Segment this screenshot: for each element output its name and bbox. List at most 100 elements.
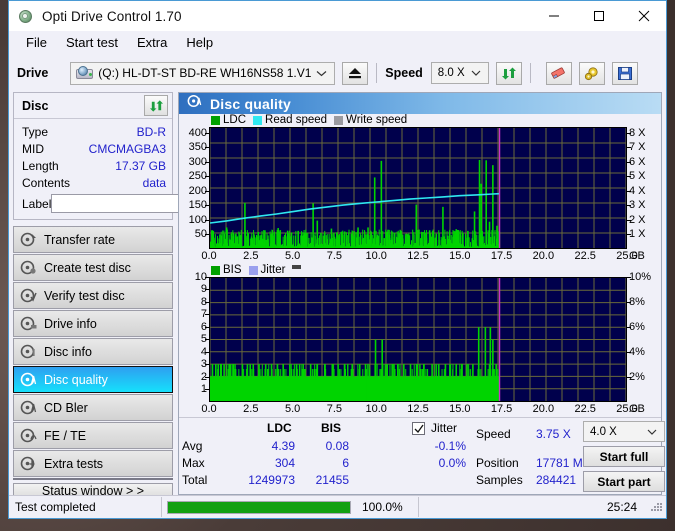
sidebar-item-cd-bler[interactable]: CD Bler [13,394,173,421]
chevron-down-icon [316,64,327,82]
chart1-plot[interactable] [209,126,627,250]
test-speed-select[interactable]: 4.0 X [583,421,665,442]
speed-stat-value: 3.75 X [536,427,571,441]
save-button[interactable] [611,61,638,85]
main-area: Disc Type BD-R MID CMCMAGBA3 Length 17.3… [9,92,666,499]
content-header: Disc quality [179,93,661,114]
chart2-y2-axis: 2% 4% 6% 8% 10% [627,270,652,383]
disc-speed-icon [20,232,37,247]
sidebar-item-drive-info[interactable]: Drive info [13,310,173,337]
status-message-cell: Test completed [9,497,162,517]
legend-write-speed: Write speed [334,114,407,126]
drive-select[interactable]: (Q:) HL-DT-ST BD-RE WH16NS58 1.V1 [70,61,336,85]
content-panel: Disc quality LDC Read speed Write speed … [178,92,665,495]
sidebar-item-disc-info[interactable]: Disc info [13,338,173,365]
sidebar-item-label: Disc info [44,344,92,359]
save-icon [617,66,632,80]
sidebar-item-label: FE / TE [44,428,87,443]
refresh-button[interactable] [495,61,522,85]
chart2-y-axis: 1 2 3 4 5 6 7 8 9 10 [194,270,209,396]
refresh-icon [149,99,163,112]
chart2-x-axis: 0.0 2.5 5.0 7.5 10.0 12.5 15.0 17.5 20.0 22.5 25.0… [201,403,645,416]
jitter-checkbox[interactable] [412,422,425,435]
disc-row-key: MID [22,141,44,156]
sidebar-item-transfer-rate[interactable]: Transfer rate [13,226,173,253]
disc-write-icon [20,260,37,275]
elapsed-cell: 25:24 [419,497,645,517]
disc-row-value: CMCMAGBA3 [88,141,166,156]
window-title: Opti Drive Control 1.70 [42,8,182,24]
progress-fill [168,501,350,513]
stats-total-ldc: 1249973 [248,473,295,487]
stats-max-ldc: 304 [274,456,295,470]
chart1-y-axis: 50 100 150 200 250 300 350 400 [188,126,209,241]
disc-panel-title: Disc [22,98,49,113]
drive-label: Drive [17,66,49,80]
close-icon[interactable] [621,1,666,31]
refresh-icon [501,67,516,79]
resize-grip-icon[interactable] [649,500,663,514]
sidebar-item-create-test-disc[interactable]: Create test disc [13,254,173,281]
chart2-plot-row: 1 2 3 4 5 6 7 8 9 10 2% 4% 6% 8% 10% [179,270,661,403]
legend-bis: BIS [211,264,242,276]
start-part-button[interactable]: Start part [583,471,665,492]
disc-row-value: 17.37 GB [115,158,166,173]
status-message: Test completed [15,500,96,514]
menu-help[interactable]: Help [177,33,222,52]
stats-row-avg: Avg [182,439,203,453]
disc-row-type: Type BD-R [22,123,166,140]
samples-value: 284421 [536,473,577,487]
disc-icon [18,8,35,25]
disc-panel-header: Disc [14,93,172,119]
sidebar-item-fe-te[interactable]: FE / TE [13,422,173,449]
eject-button[interactable] [342,61,369,85]
progress-text: 100.0% [361,500,403,514]
disc-panel: Disc Type BD-R MID CMCMAGBA3 Length 17.3… [13,92,256,220]
progress-bar [167,500,351,514]
menu-start-test[interactable]: Start test [57,33,127,52]
menu-file[interactable]: File [17,33,56,52]
eraser-button[interactable] [545,61,572,85]
settings-button[interactable] [578,61,605,85]
speed-select[interactable]: 8.0 X [430,62,489,84]
drive-info-icon [20,316,37,331]
legend-ldc: LDC [211,114,246,126]
disc-row-key: Type [22,124,49,139]
stats-total-bis: 21455 [315,473,349,487]
disc-row-key: Contents [22,175,71,190]
status-bar: Test completed 100.0% 25:24 [9,495,666,518]
disc-row-length: Length 17.37 GB [22,157,166,174]
disc-label-row: Label [22,193,256,214]
speed-label: Speed [385,66,423,80]
sidebar-item-label: Verify test disc [44,288,125,303]
disc-quality-icon [187,94,202,113]
chart2-plot[interactable] [209,276,627,403]
menu-extra[interactable]: Extra [128,33,176,52]
chevron-down-icon [471,67,481,79]
minimize-icon[interactable] [531,1,576,31]
disc-row-key: Length [22,158,59,173]
stats-row-max: Max [182,456,205,470]
chart1-legend: LDC Read speed Write speed [179,114,661,127]
disc-row-value: BD-R [136,124,166,139]
app-window: Opti Drive Control 1.70 File Start test … [8,0,667,519]
drive-toolbar: Drive (Q:) HL-DT-ST BD-RE WH16NS58 1.V1 … [9,54,666,92]
disc-row-value: data [142,175,166,190]
stats-avg-ldc: 4.39 [271,439,295,453]
progress-text-cell: 100.0% [356,497,419,517]
chart1-x-axis: 0.0 2.5 5.0 7.5 10.0 12.5 15.0 17.5 20.0 22.5 25.0… [201,250,645,263]
sidebar-item-verify-test-disc[interactable]: Verify test disc [13,282,173,309]
maximize-icon[interactable] [576,1,621,31]
speed-stat-label: Speed [476,427,511,441]
disc-refresh-button[interactable] [144,95,168,116]
sidebar-item-disc-quality[interactable]: Disc quality [13,366,173,393]
toolbar-divider [529,63,531,83]
sidebar-item-label: Disc quality [44,372,108,387]
disc-info-icon [20,344,37,359]
sidebar-item-label: Create test disc [44,260,131,275]
chart1-y2-axis: 1 X2 X3 X4 X5 X6 X7 X8 X [627,126,646,241]
sidebar-item-label: Transfer rate [44,232,116,247]
sidebar-item-extra-tests[interactable]: Extra tests [13,450,173,477]
stats-panel: LDC BIS Avg Max Total 4.39 304 1249973 0… [179,417,665,494]
start-full-button[interactable]: Start full [583,446,665,467]
